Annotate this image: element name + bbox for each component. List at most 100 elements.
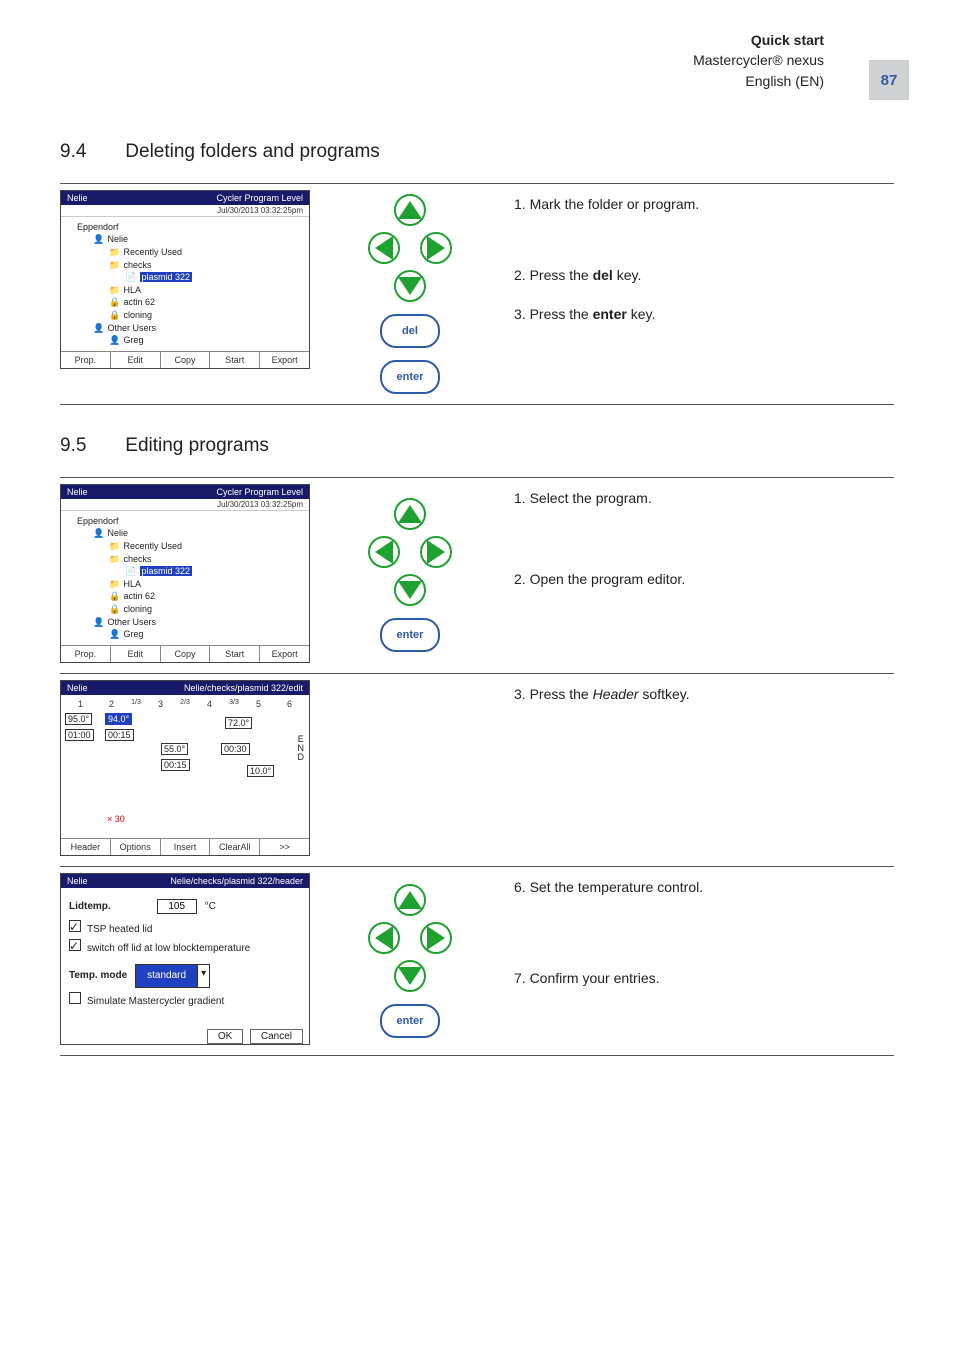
softkey-export[interactable]: Export [260,646,309,662]
t: Jul/30/2013 03:32:25pm [61,499,309,511]
arrow-right-icon [427,926,445,950]
dpad-up[interactable] [394,498,426,530]
softkey-edit[interactable]: Edit [111,352,161,368]
t: Other Users [108,617,157,627]
button-cancel[interactable]: Cancel [250,1029,303,1044]
frac-13: 1/3 [127,699,145,709]
label-switchoff: switch off lid at low blocktemperature [87,943,250,954]
softkey-start[interactable]: Start [210,646,260,662]
dpad-up[interactable] [394,194,426,226]
enter-key[interactable]: enter [380,1004,440,1038]
file-icon [125,565,137,578]
lock-icon [109,296,121,309]
t: Recently Used [124,541,183,551]
arrow-down-icon [398,967,422,985]
folder-icon [109,284,121,297]
section-9-5: 9.5 Editing programs [60,435,894,457]
arrow-down-icon [398,581,422,599]
temp-94-selected[interactable]: 94.0° [105,713,132,725]
frac-23: 2/3 [176,699,194,709]
checkbox-tsp[interactable] [69,920,81,932]
input-lidtemp[interactable] [157,899,197,914]
step-press-del: 2. Press the del key. [514,265,894,286]
t: key. [627,306,656,322]
tempmode-value: standard [136,965,197,987]
file-icon [125,271,137,284]
lock-icon [109,309,121,322]
t: Header [593,686,639,702]
dpad-right[interactable] [420,232,452,264]
dpad-right[interactable] [420,922,452,954]
step-confirm: 7. Confirm your entries. [514,968,894,989]
lock-icon [109,590,121,603]
softkey-options[interactable]: Options [111,839,161,855]
del-key[interactable]: del [380,314,440,348]
t: checks [124,554,152,564]
users-icon [93,322,105,335]
dpad-left[interactable] [368,536,400,568]
softkey-header[interactable]: Header [61,839,111,855]
arrow-up-icon [398,201,422,219]
label-tsp: TSP heated lid [87,924,152,935]
user-icon [109,334,121,347]
step-press-header: 3. Press the Header softkey. [514,684,894,705]
step-open-editor: 2. Open the program editor. [514,569,894,590]
arrow-down-icon [398,277,422,295]
softkey-insert[interactable]: Insert [161,839,211,855]
dpad [355,498,465,606]
shot-title-right: Cycler Program Level [216,193,303,203]
tree-plasmid-selected[interactable]: plasmid 322 [140,566,193,576]
softkey-edit[interactable]: Edit [111,646,161,662]
dpad [355,884,465,992]
section-9-4-title: Deleting folders and programs [125,141,380,162]
checkbox-simulate[interactable] [69,992,81,1004]
dpad-left[interactable] [368,232,400,264]
dpad-left[interactable] [368,922,400,954]
softkey-export[interactable]: Export [260,352,309,368]
dpad-up[interactable] [394,884,426,916]
chevron-down-icon: ▾ [197,965,209,987]
tree-greg: Greg [124,335,144,345]
softkey-copy[interactable]: Copy [161,646,211,662]
arrow-left-icon [375,926,393,950]
user-icon [109,628,121,641]
checkbox-switchoff[interactable] [69,939,81,951]
shot-timestamp: Jul/30/2013 03:32:25pm [61,205,309,217]
arrow-left-icon [375,540,393,564]
t: Nelie/checks/plasmid 322/edit [184,683,303,693]
dpad-down[interactable] [394,270,426,302]
t: Cycler Program Level [216,487,303,497]
t: 2. Press the [514,267,593,283]
softkey-start[interactable]: Start [210,352,260,368]
folder-icon [109,246,121,259]
enter-key[interactable]: enter [380,360,440,394]
tree-plasmid-selected[interactable]: plasmid 322 [140,272,193,282]
users-icon [93,616,105,629]
dpad-down[interactable] [394,960,426,992]
softkey-clearall[interactable]: ClearAll [210,839,260,855]
arrow-left-icon [375,236,393,260]
dpad [355,194,465,302]
button-ok[interactable]: OK [207,1029,243,1044]
user-icon [93,527,105,540]
enter-key[interactable]: enter [380,618,440,652]
dpad-right[interactable] [420,536,452,568]
screenshot-editor: Nelie Nelie/checks/plasmid 322/edit 1 2 … [60,680,310,856]
screenshot-tree-2: Nelie Cycler Program Level Jul/30/2013 0… [60,484,310,663]
label-degree: °C [205,898,216,916]
t: 3. Press the [514,306,593,322]
tree-recent: Recently Used [124,247,183,257]
dropdown-tempmode[interactable]: standard ▾ [135,964,210,988]
softkey-copy[interactable]: Copy [161,352,211,368]
dpad-down[interactable] [394,574,426,606]
softkey-prop[interactable]: Prop. [61,352,111,368]
t: Nelie/checks/plasmid 322/header [170,876,303,886]
t: Nelie [67,683,88,693]
t: cloning [124,604,153,614]
softkey-more[interactable]: >> [260,839,309,855]
arrow-up-icon [398,891,422,909]
col-1: 1 [65,699,96,709]
softkey-prop[interactable]: Prop. [61,646,111,662]
t: Eppendorf [67,515,305,528]
screenshot-tree-1: Nelie Cycler Program Level Jul/30/2013 0… [60,190,310,369]
